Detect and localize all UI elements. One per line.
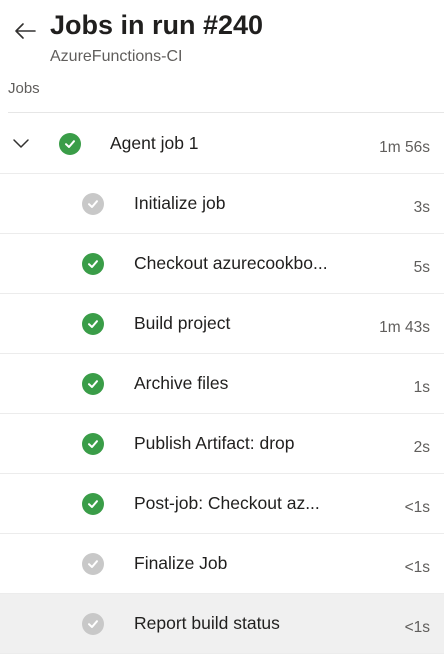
chevron-down-icon[interactable] xyxy=(12,136,30,150)
step-name: Build project xyxy=(134,313,231,333)
success-check-icon xyxy=(59,133,81,155)
step-row-archive-files[interactable]: Archive files 1s xyxy=(0,354,444,414)
step-duration: 3s xyxy=(413,199,430,216)
step-duration: 2s xyxy=(413,439,430,456)
step-duration: <1s xyxy=(404,619,430,636)
pipeline-name: AzureFunctions-CI xyxy=(50,48,183,65)
step-row-checkout[interactable]: Checkout azurecookbo... 5s xyxy=(0,234,444,294)
page-header: Jobs in run #240 AzureFunctions-CI Jobs xyxy=(0,0,444,113)
success-check-icon xyxy=(82,373,104,395)
step-row-publish-artifact[interactable]: Publish Artifact: drop 2s xyxy=(0,414,444,474)
job-name: Agent job 1 xyxy=(110,133,199,153)
step-row-initialize-job[interactable]: Initialize job 3s xyxy=(0,174,444,234)
arrow-left-icon xyxy=(14,22,36,45)
step-name: Finalize Job xyxy=(134,553,228,573)
job-duration: 1m 56s xyxy=(379,139,430,156)
step-row-report-build-status[interactable]: Report build status <1s xyxy=(0,594,444,654)
step-name: Publish Artifact: drop xyxy=(134,433,295,453)
success-check-icon xyxy=(82,313,104,335)
step-name: Archive files xyxy=(134,373,229,393)
divider xyxy=(8,112,444,113)
success-check-icon xyxy=(82,493,104,515)
success-check-icon xyxy=(82,433,104,455)
job-list: Agent job 1 1m 56s Initialize job 3s Che… xyxy=(0,114,444,654)
skipped-check-icon xyxy=(82,193,104,215)
step-duration: <1s xyxy=(404,559,430,576)
success-check-icon xyxy=(82,253,104,275)
job-row-agent-job-1[interactable]: Agent job 1 1m 56s xyxy=(0,114,444,174)
step-name: Initialize job xyxy=(134,193,226,213)
step-duration: 1s xyxy=(413,379,430,396)
step-duration: 5s xyxy=(413,259,430,276)
step-duration: 1m 43s xyxy=(379,319,430,336)
step-row-build-project[interactable]: Build project 1m 43s xyxy=(0,294,444,354)
skipped-check-icon xyxy=(82,553,104,575)
step-duration: <1s xyxy=(404,499,430,516)
step-row-finalize-job[interactable]: Finalize Job <1s xyxy=(0,534,444,594)
back-button[interactable] xyxy=(12,20,38,46)
page-title: Jobs in run #240 xyxy=(50,10,264,40)
skipped-check-icon xyxy=(82,613,104,635)
jobs-section-label: Jobs xyxy=(8,80,40,97)
step-name: Checkout azurecookbo... xyxy=(134,253,328,273)
step-row-post-job-checkout[interactable]: Post-job: Checkout az... <1s xyxy=(0,474,444,534)
step-name: Report build status xyxy=(134,613,280,633)
step-name: Post-job: Checkout az... xyxy=(134,493,320,513)
